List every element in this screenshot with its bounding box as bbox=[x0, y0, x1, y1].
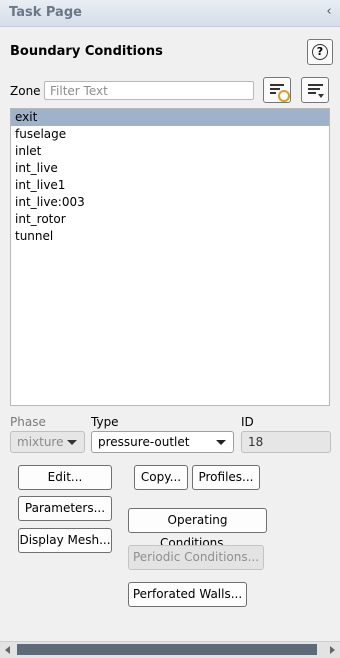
type-dropdown[interactable]: pressure-outlet bbox=[91, 431, 234, 453]
scroll-right-arrow-icon[interactable] bbox=[330, 646, 335, 654]
task-page-title: Task Page bbox=[9, 5, 82, 20]
id-label: ID bbox=[241, 415, 254, 429]
gear-icon bbox=[278, 90, 290, 102]
zone-list-item[interactable]: int_rotor bbox=[11, 211, 329, 228]
type-value: pressure-outlet bbox=[98, 435, 190, 449]
dropdown-arrow-icon bbox=[216, 440, 226, 445]
parameters-button[interactable]: Parameters... bbox=[18, 496, 112, 521]
zone-list-item[interactable]: int_live1 bbox=[11, 177, 329, 194]
id-field: 18 bbox=[241, 431, 331, 453]
page-title: Boundary Conditions bbox=[10, 44, 163, 59]
zone-list-item[interactable]: int_live:003 bbox=[11, 194, 329, 211]
help-icon: ? bbox=[312, 44, 328, 60]
task-page-titlebar: Task Page ‹ bbox=[0, 0, 340, 27]
phase-value: mixture bbox=[17, 435, 64, 449]
phase-label: Phase bbox=[10, 415, 46, 429]
perforated-walls-button[interactable]: Perforated Walls... bbox=[128, 582, 247, 607]
zone-list-item[interactable]: int_live bbox=[11, 160, 329, 177]
phase-dropdown: mixture bbox=[10, 431, 85, 453]
zone-list-item[interactable]: exit bbox=[11, 109, 329, 126]
help-button[interactable]: ? bbox=[307, 39, 333, 65]
operating-conditions-button[interactable]: Operating Conditions... bbox=[128, 508, 267, 550]
edit-button[interactable]: Edit... bbox=[18, 465, 112, 490]
collapse-chevron-icon[interactable]: ‹ bbox=[322, 4, 336, 20]
horizontal-scrollbar[interactable] bbox=[0, 641, 340, 658]
zone-list-item[interactable]: fuselage bbox=[11, 126, 329, 143]
zone-list[interactable]: exit fuselage inlet int_live int_live1 int_li… bbox=[10, 108, 330, 406]
display-mesh-button[interactable]: Display Mesh... bbox=[18, 528, 112, 553]
copy-button[interactable]: Copy... bbox=[134, 465, 188, 490]
profiles-button[interactable]: Profiles... bbox=[192, 465, 260, 490]
dropdown-arrow-icon bbox=[67, 440, 77, 445]
zone-list-item[interactable]: tunnel bbox=[11, 228, 329, 245]
zone-label: Zone bbox=[10, 84, 41, 98]
scroll-left-arrow-icon[interactable] bbox=[5, 646, 10, 654]
zone-filter-input[interactable] bbox=[44, 81, 254, 100]
list-options-button[interactable] bbox=[301, 77, 329, 103]
zone-list-item[interactable]: inlet bbox=[11, 143, 329, 160]
chevron-down-icon bbox=[318, 94, 324, 98]
periodic-conditions-button: Periodic Conditions... bbox=[128, 545, 264, 570]
scrollbar-thumb[interactable] bbox=[17, 644, 317, 655]
filter-settings-button[interactable] bbox=[263, 77, 291, 103]
type-label: Type bbox=[91, 415, 119, 429]
